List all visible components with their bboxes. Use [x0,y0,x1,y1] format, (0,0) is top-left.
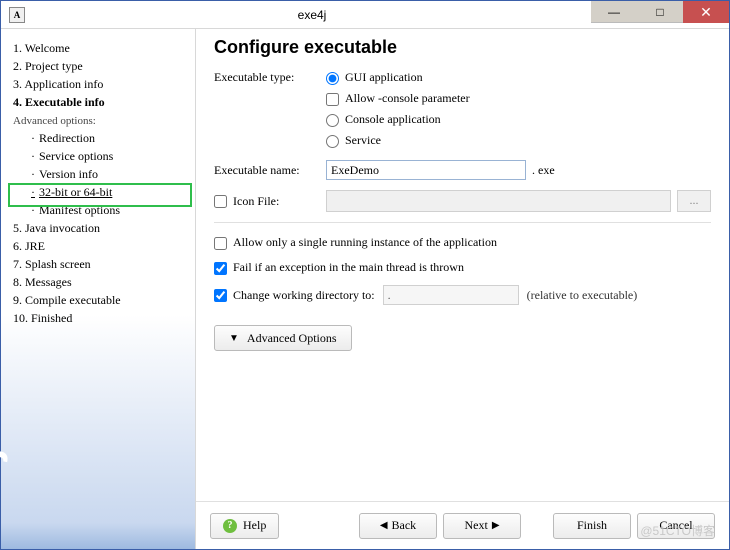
button-bar: ?Help ◀Back Next▶ Finish Cancel [196,501,729,549]
main-panel: Configure executable Executable type: GU… [196,29,729,549]
nav-application-info[interactable]: 3. Application info [13,75,191,93]
nav-compile-executable[interactable]: 9. Compile executable [13,291,191,309]
nav-splash-screen[interactable]: 7. Splash screen [13,255,191,273]
divider [214,222,711,223]
cancel-button[interactable]: Cancel [637,513,715,539]
chevron-down-icon: ▼ [229,333,239,344]
window-title: exe4j [33,8,591,22]
help-icon: ? [223,519,237,533]
radio-gui[interactable]: GUI application [326,70,423,85]
sidebar: 1. Welcome 2. Project type 3. Applicatio… [1,29,196,549]
exe-name-label: Executable name: [214,163,326,178]
cwd-input[interactable] [383,285,519,305]
back-button[interactable]: ◀Back [359,513,437,539]
advanced-options-button[interactable]: ▼Advanced Options [214,325,352,351]
finish-button[interactable]: Finish [553,513,631,539]
check-change-dir[interactable]: Change working directory to: [214,288,375,303]
next-button[interactable]: Next▶ [443,513,521,539]
check-single-instance-input[interactable] [214,237,227,250]
body: 1. Welcome 2. Project type 3. Applicatio… [1,29,729,549]
check-fail-exception[interactable]: Fail if an exception in the main thread … [214,260,464,275]
page-heading: Configure executable [214,37,711,58]
sidebar-logo: exe4j [0,448,9,543]
row-fail-exception: Fail if an exception in the main thread … [214,260,711,275]
nav-executable-info[interactable]: 4. Executable info [13,93,191,111]
check-allow-console-input[interactable] [326,93,339,106]
icon-file-checkbox[interactable] [214,195,227,208]
nav-jre[interactable]: 6. JRE [13,237,191,255]
radio-column: Allow -console parameter Console applica… [326,91,711,148]
nav-advanced-label: Advanced options: [13,113,191,129]
icon-file-label[interactable]: Icon File: [214,194,326,209]
check-fail-exception-input[interactable] [214,262,227,275]
radio-gui-input[interactable] [326,72,339,85]
radio-console-app-input[interactable] [326,114,339,127]
nav-sub-32-64-bit[interactable]: ·32-bit or 64-bit [13,183,191,201]
nav-messages[interactable]: 8. Messages [13,273,191,291]
row-change-dir: Change working directory to: (relative t… [214,285,711,305]
nav-project-type[interactable]: 2. Project type [13,57,191,75]
titlebar: A exe4j — □ ✕ [1,1,729,29]
minimize-button[interactable]: — [591,1,637,23]
row-single-instance: Allow only a single running instance of … [214,235,711,250]
radio-console-app[interactable]: Console application [326,112,711,127]
row-exe-type: Executable type: GUI application [214,70,711,85]
check-single-instance[interactable]: Allow only a single running instance of … [214,235,497,250]
check-allow-console[interactable]: Allow -console parameter [326,91,711,106]
exe-type-label: Executable type: [214,70,326,85]
nav-sub-manifest-options[interactable]: ·Manifest options [13,201,191,219]
app-icon: A [9,7,25,23]
nav-sub-service-options[interactable]: ·Service options [13,147,191,165]
cwd-relative-label: (relative to executable) [527,288,638,303]
nav-sub-version-info[interactable]: ·Version info [13,165,191,183]
arrow-left-icon: ◀ [380,520,388,531]
nav-welcome[interactable]: 1. Welcome [13,39,191,57]
help-button[interactable]: ?Help [210,513,279,539]
app-window: A exe4j — □ ✕ 1. Welcome 2. Project type… [0,0,730,550]
row-exe-name: Executable name: . exe [214,160,711,180]
icon-file-field [326,190,671,212]
radio-service-input[interactable] [326,135,339,148]
exe-name-input[interactable] [326,160,526,180]
icon-browse-button[interactable]: ... [677,190,711,212]
nav-finished[interactable]: 10. Finished [13,309,191,327]
maximize-button[interactable]: □ [637,1,683,23]
arrow-right-icon: ▶ [492,520,500,531]
content: Configure executable Executable type: GU… [196,29,729,501]
nav-java-invocation[interactable]: 5. Java invocation [13,219,191,237]
radio-service[interactable]: Service [326,133,711,148]
window-controls: — □ ✕ [591,1,729,28]
check-change-dir-input[interactable] [214,289,227,302]
exe-ext-label: . exe [532,163,555,178]
close-button[interactable]: ✕ [683,1,729,23]
nav-sub-redirection[interactable]: ·Redirection [13,129,191,147]
row-icon-file: Icon File: ... [214,190,711,212]
